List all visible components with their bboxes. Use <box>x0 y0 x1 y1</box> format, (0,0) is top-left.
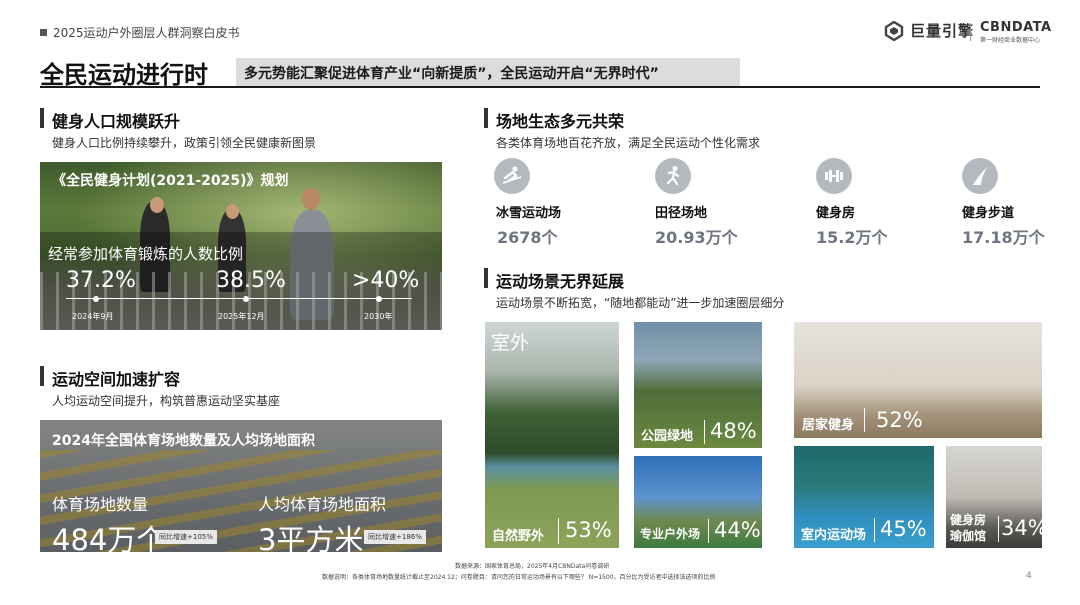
nature-outdoor-photo: 室外 自然野外 53% <box>485 322 619 548</box>
title-underline <box>40 86 1040 88</box>
cbndata-logo-text: CBNDATA <box>980 20 1052 35</box>
page-title: 全民运动进行时 <box>40 61 208 89</box>
venue-count-value: 484万个 <box>52 523 166 557</box>
venue-value: 20.93万个 <box>655 228 738 247</box>
cbndata-logo: CBNDATA 第一财经商业数据中心 <box>980 20 1052 44</box>
stat-value: 37.2% <box>66 268 136 293</box>
page-number: 4 <box>1026 571 1032 581</box>
section-subtitle-fitness: 健身人口比例持续攀升，政策引领全民健康新图景 <box>52 136 317 150</box>
venue-value: 2678个 <box>497 228 558 247</box>
scene-pct: 45% <box>880 517 927 541</box>
scene-pct: 34% <box>1001 516 1042 540</box>
scene-name: 健身房 <box>950 513 987 527</box>
outdoor-tag: 室外 <box>491 332 530 354</box>
whitepaper-title: 2025运动户外圈层人群洞察白皮书 <box>53 26 240 40</box>
venue-value: 15.2万个 <box>816 228 888 247</box>
area-yoy-badge: 同比增速+186% <box>364 530 426 544</box>
venue-count-label: 体育场地数量 <box>52 495 149 514</box>
venues-panel-title: 2024年全国体育场地数量及人均场地面积 <box>52 433 315 449</box>
venue-name: 冰雪运动场 <box>496 206 562 221</box>
venue-name: 田径场地 <box>655 206 708 221</box>
pro-outdoor-photo: 专业户外场 44% <box>634 456 762 548</box>
scene-name: 室内运动场 <box>801 528 867 543</box>
venue-name: 健身房 <box>816 206 856 221</box>
stat-date: 2024年9月 <box>72 312 114 321</box>
scene-pct: 52% <box>876 408 923 432</box>
timeline-line <box>66 298 412 299</box>
scene-name: 居家健身 <box>802 418 855 433</box>
venue-name: 健身步道 <box>962 206 1015 221</box>
scene-name: 专业户外场 <box>640 527 701 541</box>
cbndata-logo-subtext: 第一财经商业数据中心 <box>980 37 1041 44</box>
park-photo: 公园绿地 48% <box>634 322 762 448</box>
section-subtitle-scenes: 运动场景不断拓宽，“随地都能动”进一步加速圈层细分 <box>496 296 785 310</box>
divider <box>864 408 865 432</box>
data-source: 数据来源：国家体育总局，2025年4月CBNData问卷调研 <box>455 563 610 570</box>
divider <box>704 420 705 444</box>
dumbbell-icon <box>816 158 852 194</box>
divider <box>558 518 559 544</box>
section-marker <box>484 268 488 288</box>
section-marker <box>40 108 44 128</box>
divider <box>998 516 999 542</box>
juliang-logo-text: 巨量引擎 <box>910 22 975 40</box>
section-title-fitness: 健身人口规模跃升 <box>52 112 181 131</box>
indoor-court-photo: 室内运动场 45% <box>794 446 934 548</box>
trail-icon <box>962 158 998 194</box>
timeline-dot <box>376 296 382 302</box>
section-marker <box>40 366 44 386</box>
section-marker <box>484 108 488 128</box>
venue-count-yoy-badge: 同比增速+105% <box>155 530 217 544</box>
divider <box>874 518 875 542</box>
plan-title: 《全民健身计划(2021-2025)》规划 <box>52 173 289 189</box>
scene-name-line2: 瑜伽馆 <box>950 529 987 543</box>
divider <box>708 519 709 543</box>
skiing-icon <box>494 158 530 194</box>
header-bullet <box>40 29 47 36</box>
logo-divider <box>970 23 971 41</box>
gym-yoga-photo: 健身房 瑜伽馆 34% <box>946 446 1042 548</box>
scene-pct: 48% <box>710 419 757 443</box>
page-subtitle: 多元势能汇聚促进体育产业“向新提质”，全民运动开启“无界时代” <box>244 66 659 82</box>
section-subtitle-venues: 各类体育场地百花齐放，满足全民运动个性化需求 <box>496 136 761 150</box>
scene-name: 自然野外 <box>492 529 545 544</box>
stat-value: 38.5% <box>216 268 286 293</box>
exercise-ratio-label: 经常参加体育锻炼的人数比例 <box>48 245 244 263</box>
scene-pct: 44% <box>714 518 761 542</box>
section-title-scenes: 运动场景无界延展 <box>496 272 625 291</box>
stat-value: >40% <box>352 268 420 293</box>
stat-date: 2025年12月 <box>218 312 265 321</box>
section-title-space: 运动空间加速扩容 <box>52 370 181 389</box>
section-title-venues: 场地生态多元共荣 <box>496 112 625 131</box>
timeline-dot <box>243 296 249 302</box>
timeline-dot <box>93 296 99 302</box>
home-fitness-photo: 居家健身 52% <box>794 322 1042 438</box>
juliang-logo-icon <box>884 20 904 41</box>
juliang-logo: 巨量引擎 <box>884 20 974 41</box>
data-note: 数据说明：各类体育场地数量统计截止至2024.12；问卷题目：请问您的日常运动场… <box>322 574 716 581</box>
area-per-capita-label: 人均体育场地面积 <box>258 495 387 514</box>
running-icon <box>655 158 691 194</box>
section-subtitle-space: 人均运动空间提升，构筑普惠运动坚实基座 <box>52 394 281 408</box>
venue-value: 17.18万个 <box>962 228 1045 247</box>
scene-name: 公园绿地 <box>641 429 694 444</box>
stat-date: 2030年 <box>364 312 393 321</box>
scene-pct: 53% <box>565 518 612 542</box>
area-per-capita-value: 3平方米 <box>258 523 364 557</box>
